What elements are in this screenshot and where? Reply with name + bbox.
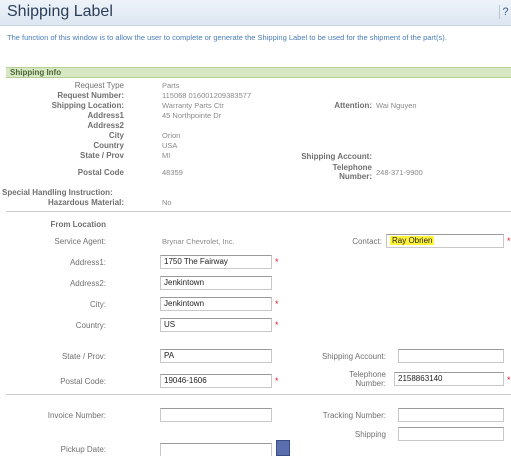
- tracking-number-label: Tracking Number:: [322, 411, 386, 420]
- address2-label: Address2: [87, 121, 124, 130]
- from-country-label: Country:: [75, 321, 106, 330]
- address1-label: Address1: [87, 111, 124, 120]
- postal-code-label: Postal Code: [77, 168, 124, 177]
- contact-required-mark: *: [507, 236, 511, 246]
- from-state-input[interactable]: PA: [160, 349, 272, 363]
- request-type-label: Request Type: [74, 81, 124, 90]
- telephone-value: 248-371-9900: [376, 168, 423, 177]
- country-value: USA: [162, 141, 178, 150]
- shipping-location-value: Warranty Parts Ctr: [162, 101, 224, 110]
- city-required-mark: *: [275, 299, 279, 309]
- from-address2-label: Address2:: [69, 279, 106, 288]
- telephone-required-mark: *: [507, 375, 511, 385]
- shipping-input[interactable]: [398, 427, 504, 441]
- country-label: Country: [93, 141, 124, 150]
- tracking-number-input[interactable]: [398, 408, 504, 422]
- from-country-input[interactable]: US: [160, 318, 272, 332]
- telephone-label-line2: Number:: [339, 172, 372, 181]
- contact-input[interactable]: Ray Obrien: [386, 234, 504, 248]
- postal-code-value: 48359: [162, 168, 183, 177]
- address1-required-mark: *: [275, 257, 279, 267]
- from-shipping-account-label: Shipping Account:: [321, 352, 386, 361]
- help-icon[interactable]: ?: [499, 5, 511, 19]
- attention-value: Wai Nguyen: [376, 101, 417, 110]
- section-divider: [6, 211, 511, 212]
- service-agent-value: Brynar Chevrolet, Inc.: [162, 237, 235, 246]
- from-telephone-input[interactable]: 2158863140: [394, 372, 504, 386]
- window-description: The function of this window is to allow …: [7, 33, 447, 42]
- pickup-date-input[interactable]: [160, 443, 272, 456]
- hazardous-label: Hazardous Material:: [47, 198, 124, 207]
- request-number-label: Request Number:: [57, 91, 124, 100]
- from-shipping-account-input[interactable]: [398, 349, 504, 363]
- window-title: Shipping Label: [7, 3, 113, 20]
- invoice-number-label: Invoice Number:: [47, 411, 106, 420]
- pickup-date-label: Pickup Date:: [60, 445, 106, 454]
- from-telephone-label-line1: Telephone: [349, 370, 386, 379]
- from-telephone-label-line2: Number:: [355, 379, 386, 388]
- shipping-label-partial: Shipping: [354, 430, 386, 439]
- attention-label: Attention:: [334, 101, 372, 110]
- from-address2-input[interactable]: Jenkintown: [160, 276, 272, 290]
- request-number-value: 115068 016001209383577: [162, 91, 252, 100]
- telephone-label-line1: Telephone: [332, 163, 372, 172]
- section-header-shipping-info: Shipping Info: [6, 67, 511, 78]
- from-address1-label: Address1:: [69, 258, 106, 267]
- calendar-icon[interactable]: [276, 440, 290, 456]
- state-label: State / Prov: [79, 151, 124, 160]
- special-handling-label: Special Handling Instruction:: [2, 188, 113, 197]
- from-address1-input[interactable]: 1750 The Fairway: [160, 255, 272, 269]
- request-type-value: Parts: [162, 81, 180, 90]
- from-postal-code-input[interactable]: 19046-1606: [160, 374, 272, 388]
- from-postal-code-label: Postal Code:: [60, 377, 106, 386]
- hazardous-value: No: [162, 198, 172, 207]
- invoice-number-input[interactable]: [160, 408, 272, 422]
- city-label: City: [108, 131, 124, 140]
- contact-label: Contact:: [352, 237, 382, 246]
- from-city-input[interactable]: Jenkintown: [160, 297, 272, 311]
- city-value: Orion: [162, 131, 181, 140]
- shipping-location-label: Shipping Location:: [51, 101, 124, 110]
- service-agent-label: Service Agent:: [54, 237, 106, 246]
- country-required-mark: *: [275, 320, 279, 330]
- from-city-label: City:: [90, 300, 106, 309]
- state-value: MI: [162, 151, 171, 160]
- address1-value: 45 Northpointe Dr: [162, 111, 222, 120]
- from-location-label: From Location: [50, 220, 106, 229]
- from-state-label: State / Prov:: [61, 352, 106, 361]
- shipping-account-label: Shipping Account:: [301, 152, 372, 161]
- contact-value: Ray Obrien: [390, 236, 435, 245]
- section-divider-bottom: [6, 394, 511, 395]
- postal-required-mark: *: [275, 376, 279, 386]
